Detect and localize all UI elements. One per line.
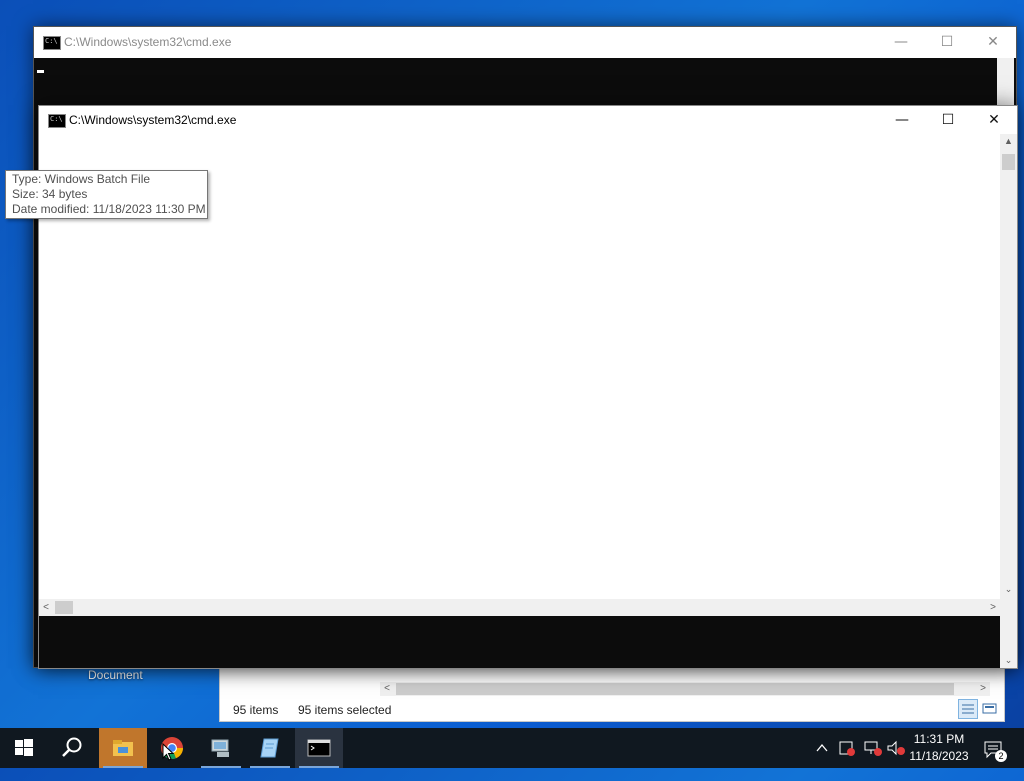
windows-start-icon — [15, 739, 33, 756]
clock-date: 11/18/2023 — [909, 749, 969, 763]
status-bar: 95 items 95 items selected — [220, 699, 1004, 721]
notification-count-badge: 2 — [995, 750, 1007, 762]
maximize-button[interactable]: ☐ — [925, 106, 971, 134]
desktop-icon-label[interactable]: Document — [88, 668, 143, 682]
scroll-thumb[interactable] — [55, 601, 73, 614]
scroll-left-arrow[interactable]: < — [39, 599, 53, 616]
item-count: 95 items — [233, 703, 279, 717]
maximize-button[interactable]: ☐ — [924, 27, 970, 58]
taskbar: 11:31 PM 11/18/2023 2 — [0, 728, 1024, 768]
horizontal-scrollbar[interactable]: < > — [39, 599, 1000, 616]
close-button[interactable]: ✕ — [971, 106, 1017, 134]
volume-muted-icon[interactable] — [886, 740, 906, 780]
explorer-horizontal-scrollbar[interactable]: < > — [380, 682, 990, 696]
scroll-thumb[interactable] — [1002, 154, 1015, 170]
taskbar-notepad[interactable] — [246, 728, 294, 768]
search-button[interactable] — [48, 728, 96, 768]
scroll-right-arrow[interactable]: > — [986, 599, 1000, 616]
vertical-scrollbar[interactable]: ▲ ⌄ — [1000, 134, 1017, 616]
scroll-thumb[interactable] — [396, 683, 954, 695]
lower-vertical-scrollbar[interactable]: ⌄ — [1000, 616, 1017, 668]
network-computer-icon — [211, 739, 229, 757]
clock-time: 11:31 PM — [913, 732, 965, 746]
scroll-down-arrow[interactable]: ⌄ — [1000, 655, 1017, 666]
scroll-left-arrow[interactable]: < — [380, 682, 394, 696]
minimize-button[interactable]: — — [879, 106, 925, 134]
details-view-icon — [962, 704, 974, 714]
notepad-icon — [260, 738, 279, 758]
scroll-up-arrow[interactable]: ▲ — [1000, 134, 1017, 148]
file-info-tooltip: Type: Windows Batch File Size: 34 bytes … — [5, 170, 208, 219]
large-icons-view-icon — [982, 703, 997, 714]
details-view-button[interactable] — [958, 699, 978, 719]
security-alert-icon[interactable] — [838, 740, 856, 780]
scroll-down-arrow[interactable]: ⌄ — [1000, 582, 1017, 596]
mouse-cursor-icon — [162, 743, 174, 761]
tooltip-type: Type: Windows Batch File — [12, 172, 151, 186]
vertical-scrollbar[interactable] — [997, 58, 1014, 106]
scroll-right-arrow[interactable]: > — [976, 682, 990, 696]
tooltip-date-modified: Date modified: 11/18/2023 11:30 PM — [12, 202, 206, 216]
window-title: C:\Windows\system32\cmd.exe — [69, 113, 237, 127]
taskbar-file-explorer[interactable] — [99, 728, 147, 768]
title-bar[interactable]: C:\Windows\system32\cmd.exe — ☐ ✕ — [34, 27, 1016, 58]
title-bar[interactable]: C:\Windows\system32\cmd.exe — ☐ ✕ — [39, 106, 1017, 134]
window-title: C:\Windows\system32\cmd.exe — [64, 35, 232, 49]
cmd-icon — [43, 36, 61, 50]
system-clock[interactable]: 11:31 PM 11/18/2023 — [905, 731, 973, 765]
close-button[interactable]: ✕ — [970, 27, 1016, 58]
minimize-button[interactable]: — — [878, 27, 924, 58]
cmd-icon — [307, 739, 331, 757]
tooltip-size: Size: 34 bytes — [12, 187, 88, 201]
taskbar-cmd[interactable] — [295, 728, 343, 768]
console-cursor — [37, 70, 44, 73]
taskbar-chrome[interactable] — [148, 728, 196, 768]
chevron-up-icon[interactable] — [815, 741, 829, 781]
search-icon — [62, 737, 82, 757]
start-button[interactable] — [0, 728, 48, 768]
selected-count: 95 items selected — [298, 703, 392, 717]
file-explorer-icon — [113, 740, 133, 756]
large-icons-view-button[interactable] — [980, 699, 1000, 719]
cmd-icon — [48, 114, 66, 128]
taskbar-network-app[interactable] — [197, 728, 245, 768]
network-icon[interactable] — [862, 740, 882, 780]
file-explorer-window: < > 95 items 95 items selected — [219, 660, 1005, 722]
